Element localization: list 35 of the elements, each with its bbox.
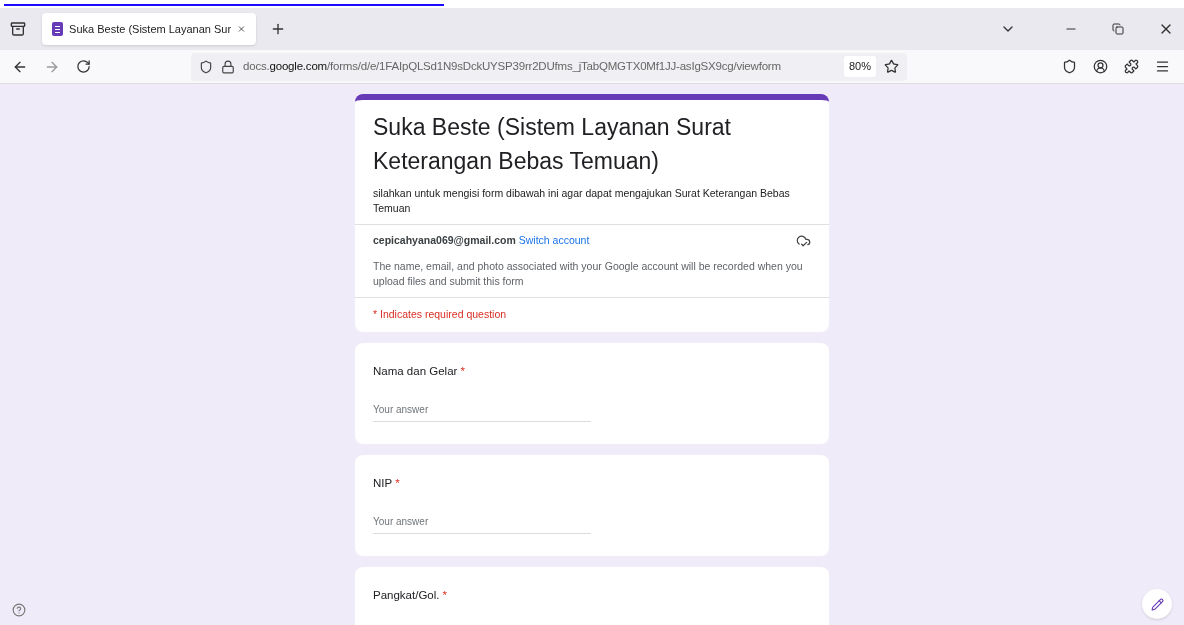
- lock-icon: [221, 59, 235, 74]
- browser-tab[interactable]: Suka Beste (Sistem Layanan Sur: [42, 13, 256, 45]
- question-label: NIP: [373, 475, 393, 491]
- required-asterisk: *: [395, 475, 400, 491]
- switch-account-link[interactable]: Switch account: [518, 233, 590, 249]
- answer-field[interactable]: Your answer: [373, 401, 591, 422]
- zoom-level[interactable]: 80%: [843, 56, 876, 77]
- url-text: docs.google.com/forms/d/e/1FAIpQLSd1N9sDckUYSP39rr2DUfms_jTabQMGTX0Mf1JJ-asIgSX9cg/viewform: [243, 58, 782, 74]
- account-icon[interactable]: [1093, 59, 1108, 74]
- pencil-icon: [1150, 597, 1164, 611]
- help-icon[interactable]: [12, 603, 26, 617]
- shield-icon: [199, 59, 213, 74]
- tab-title: Suka Beste (Sistem Layanan Sur: [69, 21, 232, 37]
- cloud-check-icon: [796, 233, 811, 249]
- edit-button[interactable]: [1142, 589, 1172, 619]
- account-email: cepicahyana069@gmail.com: [373, 233, 516, 248]
- form-title: Suka Beste (Sistem Layanan Surat Keterangan Bebas Temuan): [373, 113, 732, 176]
- answer-field[interactable]: Your answer: [373, 514, 591, 534]
- privacy-notice: The name, email, and photo associated with your Google account will be recorded when you upload files and submit this form: [373, 258, 804, 289]
- restore-icon[interactable]: [1112, 23, 1124, 35]
- extensions-icon[interactable]: [1124, 59, 1139, 74]
- tab-list-icon[interactable]: [10, 21, 26, 37]
- required-asterisk: *: [460, 363, 465, 379]
- address-bar[interactable]: docs.google.com/forms/d/e/1FAIpQLSd1N9sDckUYSP39rr2DUfms_jTabQMGTX0Mf1JJ-asIgSX9cg/viewform 80%: [191, 52, 907, 81]
- pocket-icon[interactable]: [1062, 59, 1077, 74]
- menu-icon[interactable]: [1155, 59, 1170, 74]
- required-asterisk: *: [442, 588, 447, 603]
- question-label: Pangkat/Gol.: [373, 588, 440, 603]
- reload-icon[interactable]: [76, 59, 91, 74]
- form-description: silahkan untuk mengisi form dibawah ini agar dapat mengajukan Surat Keterangan Bebas Temuan: [373, 186, 791, 216]
- star-icon[interactable]: [884, 59, 899, 74]
- forms-icon: [52, 22, 64, 36]
- question-label: Nama dan Gelar: [373, 363, 458, 379]
- new-tab-icon[interactable]: [270, 21, 286, 37]
- required-note: * Indicates required question: [373, 306, 508, 322]
